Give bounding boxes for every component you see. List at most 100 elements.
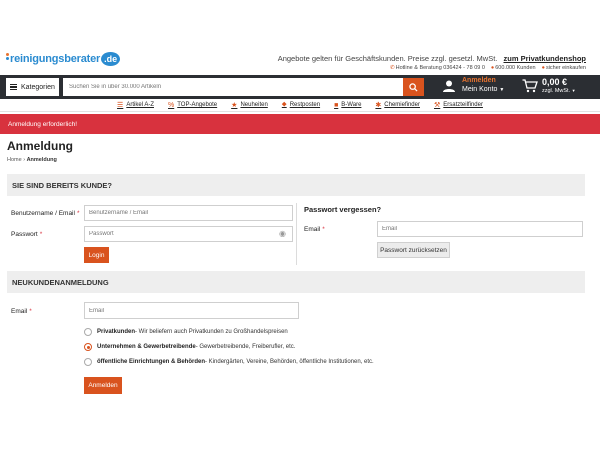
nav-artikel-az[interactable]: ☰ Artikel A-Z bbox=[117, 101, 154, 109]
nav-b-ware[interactable]: ■ B-Ware bbox=[334, 102, 361, 109]
password-label: Passwort * bbox=[11, 231, 42, 238]
nav-top-angebote-label: TOP-Angebote bbox=[177, 102, 218, 108]
search-input[interactable] bbox=[63, 78, 403, 96]
customers-text: 600.000 Kunden bbox=[495, 65, 536, 71]
account-menu[interactable]: Anmelden Mein Konto ▼ bbox=[442, 77, 504, 95]
logo-dots bbox=[6, 52, 9, 60]
box-icon: ■ bbox=[334, 101, 339, 109]
forgot-email-label: Email * bbox=[304, 226, 325, 233]
forgot-email-input[interactable] bbox=[377, 221, 583, 237]
customer-type-option[interactable]: öffentliche Einrichtungen & Behörden - K… bbox=[84, 358, 374, 366]
category-nav: ☰ Artikel A-Z % TOP-Angebote ★ Neuheiten ⬥ R… bbox=[0, 99, 600, 112]
cart-icon bbox=[522, 79, 538, 93]
radio-behoerden[interactable] bbox=[84, 358, 92, 366]
register-button[interactable]: Anmelden bbox=[84, 377, 122, 394]
nav-ersatzteilfinder[interactable]: ⚒ Ersatzteilfinder bbox=[434, 101, 483, 109]
radio-privatkunden[interactable] bbox=[84, 328, 92, 336]
phone-icon: ✆ bbox=[390, 65, 395, 71]
nav-restposten-label: Restposten bbox=[289, 102, 321, 108]
lock-icon: ● bbox=[541, 65, 545, 71]
nav-artikel-az-label: Artikel A-Z bbox=[126, 102, 154, 108]
customer-type-option[interactable]: Privatkunden - Wir beliefern auch Privat… bbox=[84, 328, 288, 336]
option-desc: - Wir beliefern auch Privatkunden zu Gro… bbox=[135, 329, 288, 335]
register-email-label-text: Email bbox=[11, 308, 28, 315]
customer-type-option[interactable]: Unternehmen & Gewerbetreibende - Gewerbe… bbox=[84, 343, 295, 351]
nav-b-ware-label: B-Ware bbox=[341, 102, 362, 108]
search-icon bbox=[409, 82, 418, 92]
user-icon bbox=[443, 80, 455, 92]
required-marker: * bbox=[29, 308, 32, 315]
search-button[interactable] bbox=[403, 78, 424, 96]
promo-banner: Angebote gelten für Geschäftskunden. Pre… bbox=[278, 54, 586, 63]
login-label: Anmelden bbox=[462, 77, 496, 84]
menu-icon bbox=[10, 83, 17, 91]
snowflake-icon: ✱ bbox=[375, 102, 382, 109]
my-account-text: Mein Konto bbox=[462, 86, 498, 93]
forgot-password-heading: Passwort vergessen? bbox=[304, 205, 382, 214]
register-email-label: Email * bbox=[11, 308, 32, 315]
hotline-text: Hotline & Beratung 036424 - 78 09 0 bbox=[395, 65, 485, 71]
nav-top-angebote[interactable]: % TOP-Angebote bbox=[168, 102, 217, 109]
login-button[interactable]: Login bbox=[84, 247, 109, 263]
register-email-input[interactable] bbox=[84, 302, 299, 319]
cart-amount: 0,00 € bbox=[542, 77, 568, 87]
private-shop-link[interactable]: zum Privatkundenshop bbox=[503, 54, 586, 63]
tag-icon: ⬥ bbox=[281, 101, 287, 108]
breadcrumb-home[interactable]: Home bbox=[7, 157, 22, 163]
option-title: öffentliche Einrichtungen & Behörden bbox=[97, 359, 206, 365]
password-input[interactable] bbox=[84, 226, 293, 242]
option-desc: - Gewerbetreibende, Freiberufler, etc. bbox=[195, 344, 296, 350]
site-logo[interactable]: reinigungs berater .de bbox=[6, 52, 121, 66]
chevron-down-icon: ▼ bbox=[499, 87, 505, 93]
eye-icon[interactable]: ◉ bbox=[279, 229, 286, 238]
main-navbar: Kategorien Anmelden Mein Konto ▼ 0,00 € … bbox=[0, 75, 600, 99]
percent-icon: % bbox=[168, 101, 175, 109]
categories-label: Kategorien bbox=[21, 83, 55, 91]
breadcrumb-current: Anmeldung bbox=[26, 157, 57, 163]
register-section-heading: Neukundenanmeldung bbox=[7, 271, 585, 293]
secure-info: ●sicher einkaufen bbox=[542, 65, 586, 71]
login-section-heading: Sie sind bereits Kunde? bbox=[7, 174, 585, 196]
username-label: Benutzername / Email * bbox=[11, 210, 79, 217]
list-icon: ☰ bbox=[117, 102, 124, 109]
section-divider bbox=[296, 203, 297, 265]
top-header: reinigungs berater .de Angebote gelten f… bbox=[0, 50, 600, 72]
required-marker: * bbox=[39, 231, 43, 238]
nav-chemiefinder-label: Chemiefinder bbox=[384, 102, 420, 108]
categories-button[interactable]: Kategorien bbox=[6, 78, 59, 96]
reset-password-button[interactable]: Passwort zurücksetzen bbox=[377, 242, 450, 258]
required-marker: * bbox=[76, 210, 80, 217]
logo-tld: .de bbox=[101, 52, 121, 66]
tool-icon: ⚒ bbox=[433, 102, 441, 109]
page-title: Anmeldung bbox=[7, 139, 73, 153]
username-label-text: Benutzername / Email bbox=[11, 210, 75, 217]
nav-neuheiten[interactable]: ★ Neuheiten bbox=[231, 101, 268, 109]
breadcrumb: Home › Anmeldung bbox=[7, 157, 57, 163]
nav-restposten[interactable]: ⬥ Restposten bbox=[282, 101, 320, 109]
my-account-label: Mein Konto ▼ bbox=[462, 85, 504, 95]
radio-unternehmen[interactable] bbox=[84, 343, 92, 351]
secure-text: sicher einkaufen bbox=[545, 65, 586, 71]
account-labels: Anmelden Mein Konto ▼ bbox=[462, 77, 504, 95]
username-input[interactable] bbox=[84, 205, 293, 221]
promo-text: Angebote gelten für Geschäftskunden. Pre… bbox=[277, 54, 498, 63]
nav-chemiefinder[interactable]: ✱ Chemiefinder bbox=[375, 101, 420, 109]
logo-word-1: reinigungs bbox=[10, 53, 65, 65]
login-required-alert: Anmeldung erforderlich! bbox=[0, 114, 600, 134]
forgot-email-label-text: Email bbox=[304, 226, 321, 233]
nav-ersatzteilfinder-label: Ersatzteilfinder bbox=[443, 102, 483, 108]
chevron-down-icon: ▼ bbox=[571, 88, 576, 93]
cart-tax-note: zzgl. MwSt. ▼ bbox=[542, 87, 576, 95]
cart-tax-text: zzgl. MwSt. bbox=[542, 88, 571, 94]
nav-neuheiten-label: Neuheiten bbox=[240, 102, 268, 108]
logo-word-2: berater bbox=[64, 53, 101, 65]
users-icon: ● bbox=[490, 65, 495, 71]
cart-button[interactable]: 0,00 € zzgl. MwSt. ▼ bbox=[522, 77, 576, 95]
customers-info: ●600.000 Kunden bbox=[491, 65, 536, 71]
hotline-info: ✆Hotline & Beratung 036424 - 78 09 0 bbox=[390, 65, 485, 71]
password-label-text: Passwort bbox=[11, 231, 38, 238]
required-marker: * bbox=[322, 226, 325, 233]
header-meta: ✆Hotline & Beratung 036424 - 78 09 0 ●60… bbox=[390, 65, 586, 71]
option-desc: - Kindergärten, Vereine, Behörden, öffen… bbox=[205, 359, 374, 365]
star-icon: ★ bbox=[231, 102, 238, 109]
